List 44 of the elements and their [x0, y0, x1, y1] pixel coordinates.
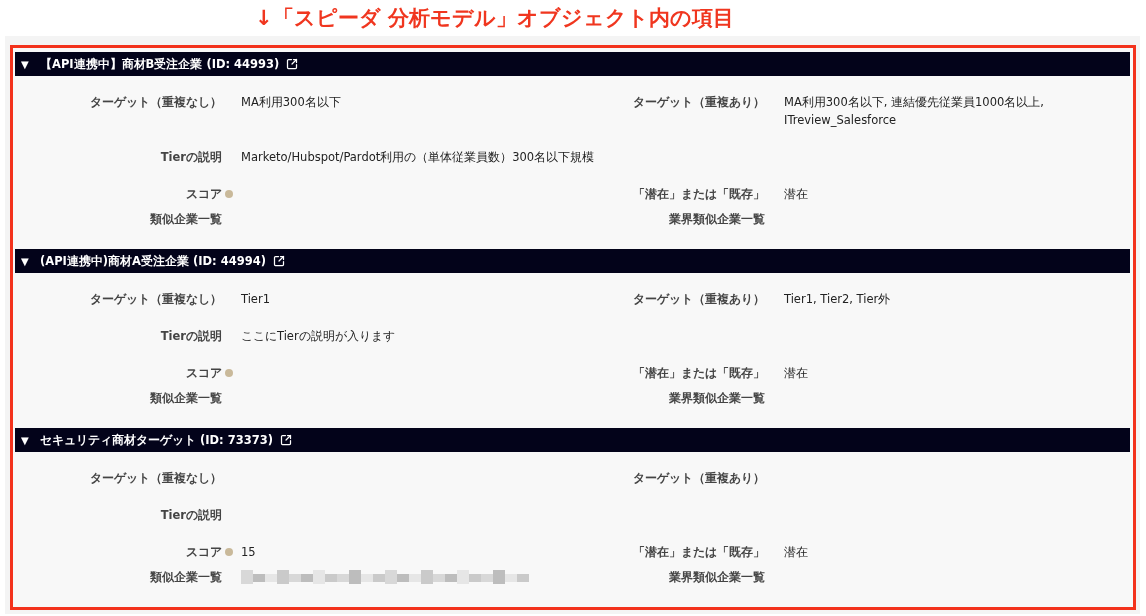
- section-header[interactable]: ▼ セキュリティ商材ターゲット (ID: 73373): [15, 428, 1130, 452]
- field-label: Tierの説明: [160, 507, 222, 524]
- field-value: ここにTierの説明が入ります: [241, 328, 396, 345]
- field-value: 潜在: [784, 544, 809, 561]
- field-label: Tierの説明: [160, 149, 222, 166]
- section-title: セキュリティ商材ターゲット (ID: 73373): [40, 432, 273, 448]
- field-value: Tier1: [241, 291, 271, 308]
- external-link-icon[interactable]: [279, 434, 292, 446]
- section-title: 【API連携中】商材B受注企業 (ID: 44993): [40, 56, 280, 72]
- field-label: 業界類似企業一覧: [669, 569, 765, 586]
- toggle-icon[interactable]: ▼: [21, 434, 33, 446]
- field-value: 15: [241, 544, 257, 561]
- toggle-icon[interactable]: ▼: [21, 58, 33, 70]
- field-value: Tier1, Tier2, Tier外: [784, 291, 892, 308]
- field-label: 「潜在」または「既存」: [633, 544, 765, 561]
- field-label: スコア: [186, 185, 222, 203]
- section-header[interactable]: ▼ (API連携中)商材A受注企業 (ID: 44994): [15, 249, 1130, 273]
- field-label: ターゲット（重複なし）: [90, 94, 222, 111]
- field-label: スコア: [186, 364, 222, 382]
- field-label: ターゲット（重複あり）: [633, 291, 765, 308]
- field-label: 業界類似企業一覧: [669, 390, 765, 407]
- field-label: スコア: [186, 543, 222, 561]
- section-header[interactable]: ▼ 【API連携中】商材B受注企業 (ID: 44993): [15, 52, 1130, 76]
- field-label: 業界類似企業一覧: [669, 211, 765, 228]
- field-label: ターゲット（重複なし）: [90, 291, 222, 308]
- external-link-icon[interactable]: [273, 255, 285, 267]
- field-label: 類似企業一覧: [150, 211, 222, 228]
- annotation-heading: ↓「スピーダ 分析モデル」オブジェクト内の項目: [255, 5, 734, 32]
- field-label: 類似企業一覧: [150, 569, 222, 586]
- field-value: 潜在: [784, 186, 809, 203]
- field-label: 類似企業一覧: [150, 390, 222, 407]
- field-value: Marketo/Hubspot/Pardot利用の（単体従業員数）300名以下規模: [241, 149, 596, 166]
- field-label: ターゲット（重複あり）: [633, 470, 765, 487]
- field-label: Tierの説明: [160, 328, 222, 345]
- field-label: 「潜在」または「既存」: [633, 186, 765, 203]
- field-value: MA利用300名以下, 連結優先従業員1000名以上, ITreview_Salesforce: [784, 94, 1045, 129]
- section-title: (API連携中)商材A受注企業 (ID: 44994): [40, 253, 266, 269]
- external-link-icon[interactable]: [286, 58, 299, 70]
- field-label: ターゲット（重複なし）: [90, 470, 222, 487]
- field-label: 「潜在」または「既存」: [633, 365, 765, 382]
- field-value: MA利用300名以下: [241, 94, 342, 111]
- toggle-icon[interactable]: ▼: [21, 255, 33, 267]
- field-value: 潜在: [784, 365, 809, 382]
- field-label: ターゲット（重複あり）: [633, 94, 765, 111]
